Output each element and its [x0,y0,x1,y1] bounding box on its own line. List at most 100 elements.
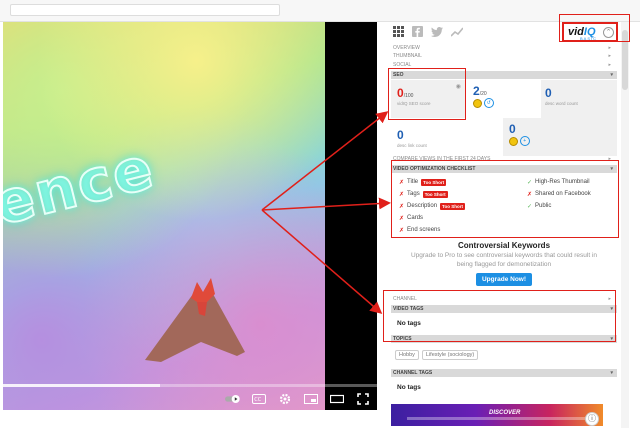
fail-x-icon: ✗ [527,191,533,198]
video-tags-empty: No tags [397,320,421,327]
avatar [473,98,482,108]
desc-link-count-value: 0 [397,128,404,142]
tag-count-value: 2 [473,84,480,98]
tag-count-tile: 2/20 ↺ [469,80,539,118]
topics-chips: Hobby Lifestyle (sociology) [395,350,481,360]
seo-score-max: /100 [403,93,414,99]
add-ring-icon[interactable]: + [519,136,530,146]
checklist-label: High-Res Thumbnail [535,179,590,185]
trend-chart-icon[interactable] [451,26,463,37]
channel-header[interactable]: CHANNEL ▸ [393,296,615,304]
nav-overview[interactable]: OVERVIEW ▸ [393,45,615,53]
info-icon[interactable]: ⓘ [585,412,599,426]
topic-chip[interactable]: Hobby [395,350,419,360]
letterbox-bar [325,22,377,410]
expand-arrow-icon: ▸ [608,62,611,68]
promo-banner[interactable]: DISCOVER [391,404,603,426]
eye-icon[interactable]: ◉ [456,83,461,90]
scrollbar-thumb[interactable] [622,30,628,90]
fail-x-icon: ✗ [399,227,405,234]
channel-tags-header-label: CHANNEL TAGS [393,370,433,376]
topics-header-label: TOPICS [393,336,412,342]
expand-arrow-icon: ▸ [608,53,611,59]
controversial-title: Controversial Keywords [457,241,551,250]
channel-tags-empty: No tags [397,384,421,391]
expand-arrow-icon: ▸ [608,156,611,162]
vidiq-panel: vidIQ BASIC ⌃ OVERVIEW ▸ THUMBNAIL ▸ SOCIA… [389,22,619,428]
volcano-graphic [145,278,245,362]
checklist-item-cards: ✗ Cards [399,212,465,224]
theater-mode-icon[interactable] [329,392,345,406]
nav-overview-label: OVERVIEW [393,45,420,51]
other-count-value: 0 [509,122,516,136]
desc-link-count-tile: 0 desc link count [391,122,501,156]
desc-link-count-label: desc link count [397,143,427,148]
checklist-item-end-screens: ✗ End screens [399,224,465,236]
channel-tags-header[interactable]: CHANNEL TAGS ▾ [391,369,617,377]
channel-header-label: CHANNEL [393,296,417,302]
twitter-icon[interactable] [431,26,443,37]
top-bar [0,0,640,22]
facebook-icon[interactable] [412,26,423,37]
desc-word-count-label: desc word count [545,101,578,106]
progress-bar[interactable] [3,384,377,387]
upgrade-now-button[interactable]: Upgrade Now! [475,273,533,286]
chevron-up-icon[interactable]: ⌃ [603,27,614,38]
video-tags-header-label: VIDEO TAGS [393,306,424,312]
grid-icon[interactable] [393,26,404,37]
desc-word-count-tile: 0 desc word count [541,80,617,118]
nav-thumbnail-label: THUMBNAIL [393,53,422,59]
settings-gear-icon[interactable] [277,392,293,406]
seo-header-label: SEO [393,72,404,78]
tag-count-max: /20 [479,91,487,97]
expand-arrow-icon: ▸ [608,45,611,51]
checklist-item-description: ✗ Description Too Short [399,200,465,212]
captions-icon[interactable]: CC [251,392,267,406]
too-short-badge: Too Short [421,178,447,186]
expand-arrow-icon: ▸ [608,296,611,302]
checklist-item-thumbnail: ✓ High-Res Thumbnail [527,176,591,188]
autoplay-toggle-icon[interactable] [225,392,241,406]
checklist-header-label: VIDEO OPTIMIZATION CHECKLIST [393,166,476,172]
checklist-item-tags: ✗ Tags Too Short [399,188,465,200]
checklist-label: End screens [407,227,441,233]
checklist-label: Public [535,203,552,209]
checklist-label: Title [407,179,419,185]
compare-views-header[interactable]: COMPARE VIEWS IN THE FIRST 24 DAYS ▸ [393,156,615,164]
topics-header[interactable]: TOPICS ▾ [391,335,617,343]
collapse-arrow-icon: ▾ [610,72,613,78]
too-short-badge: Too Short [440,202,465,210]
checklist-item-public: ✓ Public [527,200,591,212]
panel-tab-icons [393,26,463,37]
nav-social-label: SOCIAL [393,62,412,68]
compare-ring-icon[interactable]: ↺ [483,98,494,108]
checklist-item-facebook: ✗ Shared on Facebook [527,188,591,200]
address-area[interactable] [10,4,280,16]
collapse-arrow-icon: ▾ [610,306,613,312]
banner-decoration [407,417,587,420]
check-icon: ✓ [527,203,533,210]
fail-x-icon: ✗ [399,191,405,198]
miniplayer-icon[interactable] [303,392,319,406]
nav-thumbnail[interactable]: THUMBNAIL ▸ [393,53,615,61]
vidiq-logo[interactable]: vidIQ BASIC ⌃ [562,22,618,42]
video-player[interactable]: ence CC [3,22,377,410]
checklist-item-title: ✗ Title Too Short [399,176,465,188]
nav-social[interactable]: SOCIAL ▸ [393,62,615,70]
seo-section-header[interactable]: SEO ▾ [391,71,617,79]
checklist-label: Description [407,203,438,209]
video-tags-header[interactable]: VIDEO TAGS ▾ [391,305,617,313]
checklist-label: Shared on Facebook [535,191,591,197]
plan-label: BASIC [580,36,598,41]
seo-score-tile: 0/100 vidIQ SEO score ◉ [391,80,465,118]
checklist-section-header[interactable]: VIDEO OPTIMIZATION CHECKLIST ▾ [391,165,617,173]
fail-x-icon: ✗ [399,215,405,222]
topic-chip[interactable]: Lifestyle (sociology) [421,350,479,360]
collapse-arrow-icon: ▾ [610,336,613,342]
checklist-right: ✓ High-Res Thumbnail ✗ Shared on Facebook … [527,176,591,212]
compare-views-label: COMPARE VIEWS IN THE FIRST 24 DAYS [393,156,491,162]
collapse-arrow-icon: ▾ [610,370,613,376]
check-icon: ✓ [527,179,533,186]
fullscreen-icon[interactable] [355,392,371,406]
fail-x-icon: ✗ [399,203,405,210]
